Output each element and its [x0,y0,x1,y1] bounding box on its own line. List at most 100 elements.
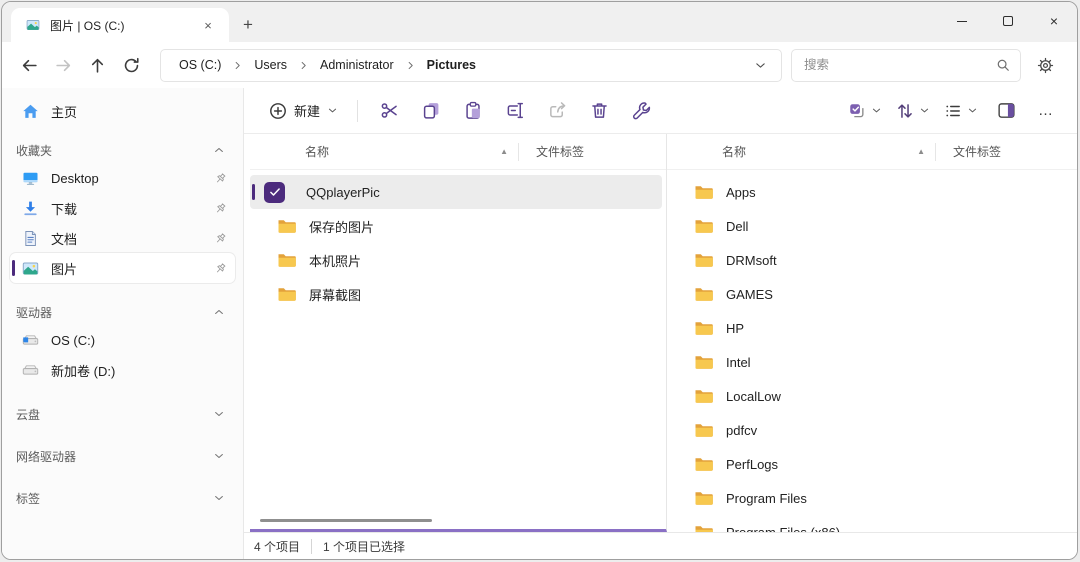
new-tab-button[interactable]: + [229,8,267,42]
horizontal-scrollbar[interactable] [260,519,432,522]
file-row[interactable]: LocalLow [667,379,1073,413]
column-header-name[interactable]: 名称 ▲ [250,143,518,160]
column-header-tags[interactable]: 文件标签 [936,143,1001,160]
scissors-icon [380,101,399,120]
chevron-down-icon [967,105,978,116]
details-pane-button[interactable] [985,94,1027,128]
sidebar-item-drive-d[interactable]: 新加卷 (D:) [10,355,235,385]
sidebar-section-tags[interactable]: 标签 [12,485,233,511]
sidebar-section-drives[interactable]: 驱动器 [12,299,233,325]
column-label: 名称 [722,143,746,160]
file-row[interactable]: Dell [667,209,1073,243]
file-row[interactable]: pdfcv [667,413,1073,447]
forward-button[interactable] [46,48,80,82]
tab-close-icon[interactable]: × [197,14,219,36]
file-row[interactable]: Program Files [667,481,1073,515]
breadcrumb-item[interactable]: Users [250,55,291,75]
file-row[interactable]: DRMsoft [667,243,1073,277]
search-icon [996,58,1010,72]
chevron-down-icon [327,105,338,116]
pictures-icon [25,18,41,32]
properties-button[interactable] [620,94,662,128]
selected-count: 1 个项目已选择 [323,538,405,555]
breadcrumb-item[interactable]: OS (C:) [175,55,225,75]
maximize-button[interactable] [985,2,1031,40]
pin-icon [214,262,227,275]
rename-icon [506,101,525,120]
content-column: 新建 [244,88,1077,560]
file-row[interactable]: 本机照片 [250,243,662,277]
sidebar-section-network-drives[interactable]: 网络驱动器 [12,443,233,469]
section-label: 标签 [16,490,40,507]
file-row-selected[interactable]: QQplayerPic [250,175,662,209]
share-button[interactable] [536,94,578,128]
chevron-right-icon [298,60,309,71]
file-row[interactable]: 屏幕截图 [250,277,662,311]
minimize-icon [957,21,967,22]
search-input[interactable] [804,58,996,72]
more-button[interactable]: … [1027,94,1065,128]
file-name: Program Files [726,491,807,506]
file-row[interactable]: Apps [667,175,1073,209]
sidebar-item-desktop[interactable]: Desktop [10,163,235,193]
sort-ascending-icon: ▲ [917,148,925,156]
delete-button[interactable] [578,94,620,128]
column-header-name[interactable]: 名称 ▲ [667,143,935,160]
search-box[interactable] [791,49,1021,82]
up-button[interactable] [80,48,114,82]
multi-select-button[interactable] [841,94,889,128]
new-button[interactable]: 新建 [260,94,347,128]
sidebar-item-label: 新加卷 (D:) [51,361,115,380]
paste-button[interactable] [452,94,494,128]
file-list: Apps Dell DRMsoft GAMES HP Intel LocalLo… [667,170,1077,532]
section-label: 云盘 [16,406,40,423]
details-pane-icon [997,101,1016,120]
home-icon [22,103,39,120]
file-row[interactable]: PerfLogs [667,447,1073,481]
checkbox-checked[interactable] [264,182,285,203]
pin-icon [214,232,227,245]
copy-button[interactable] [410,94,452,128]
file-name: 屏幕截图 [309,285,361,304]
rename-button[interactable] [494,94,536,128]
sidebar-item-downloads[interactable]: 下载 [10,193,235,223]
sidebar-item-drive-c[interactable]: OS (C:) [10,325,235,355]
file-row-clipped[interactable]: Program Files (x86) [667,515,1073,532]
column-label: 名称 [305,143,329,160]
breadcrumb-item-current[interactable]: Pictures [423,55,480,75]
breadcrumb-item[interactable]: Administrator [316,55,398,75]
view-button[interactable] [937,94,985,128]
file-row[interactable]: Intel [667,345,1073,379]
breadcrumb[interactable]: OS (C:) Users Administrator Pictures [160,49,782,82]
folder-icon [694,388,714,404]
left-pane: 名称 ▲ 文件标签 QQplayerPic 保存的图片 [250,134,667,532]
sidebar-item-home[interactable]: 主页 [10,95,235,127]
sidebar-section-cloud[interactable]: 云盘 [12,401,233,427]
column-header-tags[interactable]: 文件标签 [519,143,584,160]
file-row[interactable]: GAMES [667,277,1073,311]
dual-pane-area: 名称 ▲ 文件标签 QQplayerPic 保存的图片 [244,134,1077,532]
sidebar-item-documents[interactable]: 文档 [10,223,235,253]
sidebar-item-label: 主页 [51,102,77,121]
file-name: 保存的图片 [309,217,374,236]
pin-icon [214,202,227,215]
close-button[interactable]: × [1031,2,1077,40]
gear-icon [1037,57,1054,74]
file-row[interactable]: HP [667,311,1073,345]
tab-strip: 图片 | OS (C:) × + × [2,2,1077,42]
minimize-button[interactable] [939,2,985,40]
pictures-icon [22,260,39,277]
copy-icon [422,101,441,120]
file-row[interactable]: 保存的图片 [250,209,662,243]
active-tab[interactable]: 图片 | OS (C:) × [11,8,229,42]
settings-button[interactable] [1027,48,1063,82]
system-drive-icon [22,332,39,349]
file-explorer-window: 图片 | OS (C:) × + × OS (C:) Users Adminis… [1,1,1078,560]
sidebar-section-favorites[interactable]: 收藏夹 [12,137,233,163]
sort-button[interactable] [889,94,937,128]
sidebar-item-pictures[interactable]: 图片 [10,253,235,283]
back-button[interactable] [12,48,46,82]
address-dropdown-button[interactable] [747,59,773,72]
refresh-button[interactable] [114,48,148,82]
cut-button[interactable] [368,94,410,128]
